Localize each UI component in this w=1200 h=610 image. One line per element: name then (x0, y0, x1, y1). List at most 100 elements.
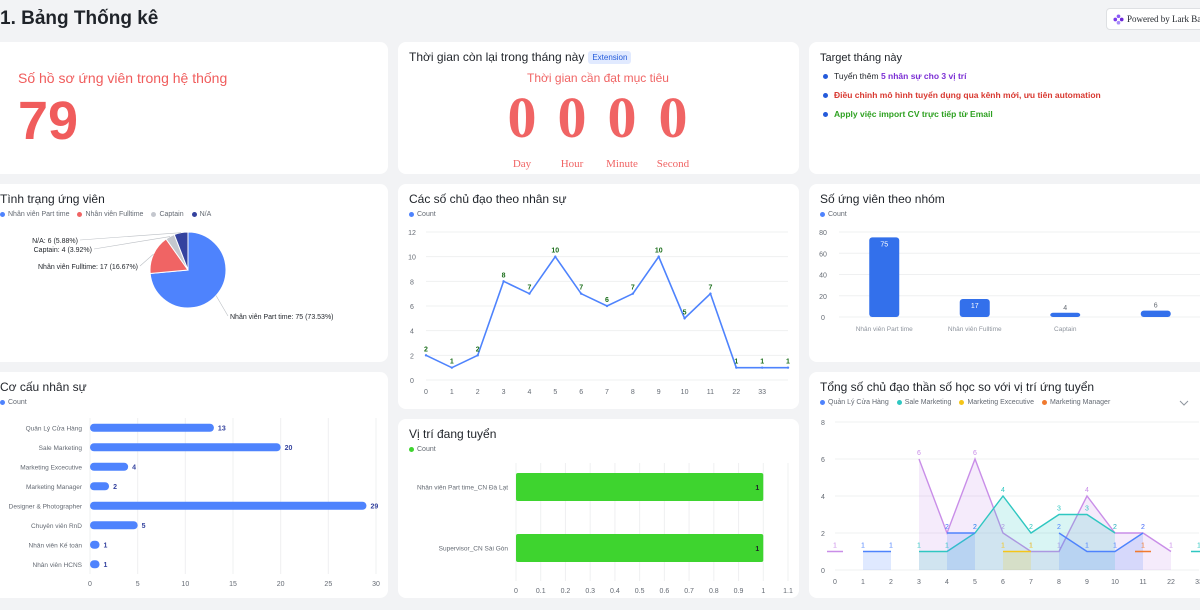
legend-item: N/A (191, 211, 211, 218)
target-item-text: Apply việc import CV trực tiếp từ Email (834, 109, 993, 119)
legend-label: Marketing Excecutive (967, 399, 1034, 406)
bar (90, 443, 281, 452)
x-tick-label: 2 (476, 389, 480, 396)
countdown-digit-second: 0 (658, 85, 688, 150)
series-area (947, 533, 975, 570)
target-item-highlight: Apply việc import CV trực tiếp từ Email (834, 109, 993, 119)
x-tick-label: 5 (553, 389, 557, 396)
y-tick-label: 12 (408, 230, 416, 237)
pie-chart: Nhân viên Part time: 75 (73.53%) Nhân viê… (32, 231, 334, 321)
legend-item: Nhân viên Fulltime (77, 211, 143, 218)
data-label: 1 (450, 359, 454, 366)
data-label: 1 (1001, 543, 1005, 550)
y-tick-label: 4 (410, 329, 414, 336)
staff-legend: Count (0, 399, 27, 406)
legend-dot-icon (959, 400, 965, 405)
data-point (735, 366, 738, 369)
powered-by-badge[interactable]: Powered by Lark Base (1106, 8, 1200, 30)
x-tick-label: 11 (707, 389, 714, 396)
data-label: 1 (786, 359, 790, 366)
legend-dot-icon (409, 212, 414, 217)
y-category-label: Nhân viên HCNS (33, 562, 83, 569)
y-category-label: Quản Lý Cửa Hàng (26, 424, 83, 432)
y-tick-label: 0 (821, 568, 825, 575)
pie-legend: Nhân viên Part time Nhân viên Fulltime Cap… (0, 211, 211, 218)
bar (90, 423, 214, 432)
data-label: 2 (424, 346, 428, 353)
x-tick-label: 0.7 (684, 588, 694, 595)
x-tick-label: 2 (889, 579, 893, 586)
legend-item: Sale Marketing (896, 399, 951, 406)
data-point (579, 292, 583, 295)
x-tick-label: 0.4 (610, 588, 620, 595)
target-item-prefix: Tuyển thêm (834, 71, 881, 81)
bar-value-label: 1 (755, 546, 759, 553)
legend-item: Nhân viên Part time (0, 211, 69, 218)
legend-dot-icon (191, 212, 197, 217)
legend-dot-icon (77, 212, 83, 217)
kpi-value: 79 (18, 91, 79, 151)
legend-dot-icon (896, 400, 902, 405)
data-point (631, 292, 635, 295)
x-tick-label: 22 (732, 389, 740, 396)
x-tick-label: 0.1 (536, 588, 546, 595)
bar-value-label: 1 (104, 562, 108, 569)
countdown-unit-second: Second (656, 158, 690, 170)
y-tick-label: 40 (819, 273, 827, 280)
x-tick-label: 0 (424, 389, 428, 396)
bar-value-label: 5 (142, 523, 146, 530)
x-tick-label: 6 (1001, 579, 1005, 586)
data-label: 3 (1085, 506, 1089, 513)
data-label: 3 (1057, 506, 1061, 513)
y-tick-label: 2 (410, 353, 414, 360)
x-tick-label: 0.3 (585, 588, 595, 595)
chevron-down-icon[interactable] (1179, 399, 1189, 407)
data-label: 1 (1113, 543, 1117, 550)
x-tick-label: 1 (861, 579, 865, 586)
x-tick-label: 10 (181, 581, 189, 588)
bar-value-label: 75 (880, 241, 888, 248)
x-tick-label: 1 (761, 588, 765, 595)
x-tick-label: 0.6 (659, 588, 669, 595)
bar-value-label: 20 (285, 445, 293, 452)
y-tick-label: 4 (821, 494, 825, 501)
bar (90, 521, 138, 530)
y-tick-label: 80 (819, 230, 827, 237)
lark-logo-icon (1113, 14, 1124, 25)
countdown-card: Thời gian còn lại trong tháng này Extensi… (398, 42, 799, 174)
bar-value-label: 17 (971, 303, 979, 310)
x-tick-label: 22 (1167, 579, 1175, 586)
positions-legend: Count (409, 446, 436, 453)
x-tick-label: 0.2 (561, 588, 571, 595)
x-tick-label: 33 (758, 389, 766, 396)
data-point (683, 317, 686, 320)
area-chart: 0246801234567891011223316262114221112423… (821, 420, 1200, 586)
positions-title: Vị trí đang tuyển (409, 427, 497, 441)
bar-value-label: 13 (218, 425, 226, 432)
y-tick-label: 8 (821, 420, 825, 427)
y-tick-label: 6 (821, 457, 825, 464)
y-tick-label: 0 (410, 378, 414, 385)
data-point (786, 366, 790, 369)
x-tick-label: 6 (579, 389, 583, 396)
pie-label: Nhân viên Fulltime: 17 (16.67%) (38, 264, 138, 271)
data-label: 8 (502, 272, 506, 279)
y-category-label: Nhân viên Kế toán (29, 540, 83, 549)
data-label: 2 (476, 346, 480, 353)
group-title: Số ứng viên theo nhóm (820, 192, 945, 206)
legend-label: Count (417, 446, 436, 453)
legend-label: Count (417, 211, 436, 218)
area-title: Tổng số chủ đạo thần số học so với vị tr… (820, 380, 1095, 394)
kpi-label: Số hồ sơ ứng viên trong hệ thống (18, 70, 228, 86)
bar (1050, 312, 1081, 317)
pie-title: Tình trạng ứng viên (0, 192, 105, 206)
candidate-status-card: Tình trạng ứng viên Nhân viên Part time N… (0, 184, 388, 362)
bar-value-label: 29 (370, 503, 378, 510)
area-legend: Quản Lý Cửa Hàng Sale Marketing Marketing … (820, 399, 1110, 406)
bar (90, 540, 100, 549)
bullet-icon (823, 92, 828, 98)
legend-item: Marketing Excecutive (959, 399, 1034, 406)
x-tick-label: 20 (277, 581, 285, 588)
legend-dot-icon (409, 447, 414, 452)
data-label: 1 (1169, 543, 1173, 550)
